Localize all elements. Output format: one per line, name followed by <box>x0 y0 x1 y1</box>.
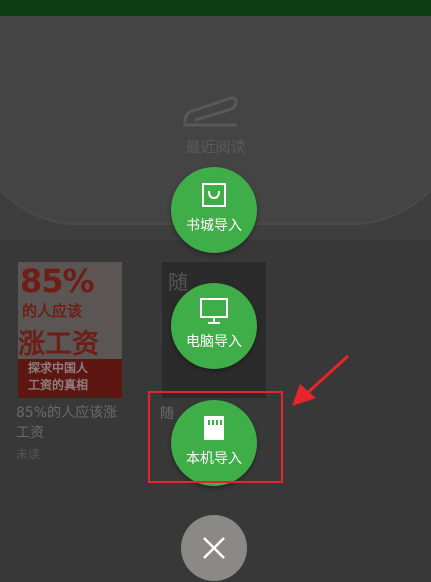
book-title[interactable]: 85%的人应该涨工资 <box>16 403 128 443</box>
pc-import-button[interactable]: 电脑导入 <box>171 283 257 369</box>
highlight-box <box>148 391 283 483</box>
book-cover-text: 工资的真相 <box>28 378 89 392</box>
pc-import-label: 电脑导入 <box>186 334 242 350</box>
recent-reading-icon <box>183 96 238 127</box>
book-cover-text: 的人应该 <box>22 302 83 320</box>
book-cover-text: 探求中国人 <box>28 361 89 375</box>
close-button[interactable] <box>181 515 247 581</box>
book-author: 未读 <box>16 447 41 461</box>
recent-reading-label: 最近阅读 <box>185 138 246 156</box>
shopping-bag-icon <box>202 183 226 207</box>
import-menu-screen: 最近阅读 85% 的人应该 涨工资 探求中国人 工资的真相 85%的人应该涨工资… <box>0 0 431 582</box>
arrow-icon <box>292 354 350 406</box>
top-bar <box>0 0 431 16</box>
store-import-button[interactable]: 书城导入 <box>171 167 257 253</box>
close-icon <box>203 537 225 559</box>
book-cover-text: 85% <box>20 262 95 300</box>
monitor-icon <box>200 298 228 324</box>
book-cover-text: 随 <box>168 270 188 294</box>
store-import-label: 书城导入 <box>186 218 242 234</box>
book-cover[interactable]: 85% 的人应该 涨工资 探求中国人 工资的真相 <box>18 262 122 398</box>
book-cover-text: 涨工资 <box>18 329 99 360</box>
book-cover-band: 探求中国人 工资的真相 <box>18 359 122 398</box>
